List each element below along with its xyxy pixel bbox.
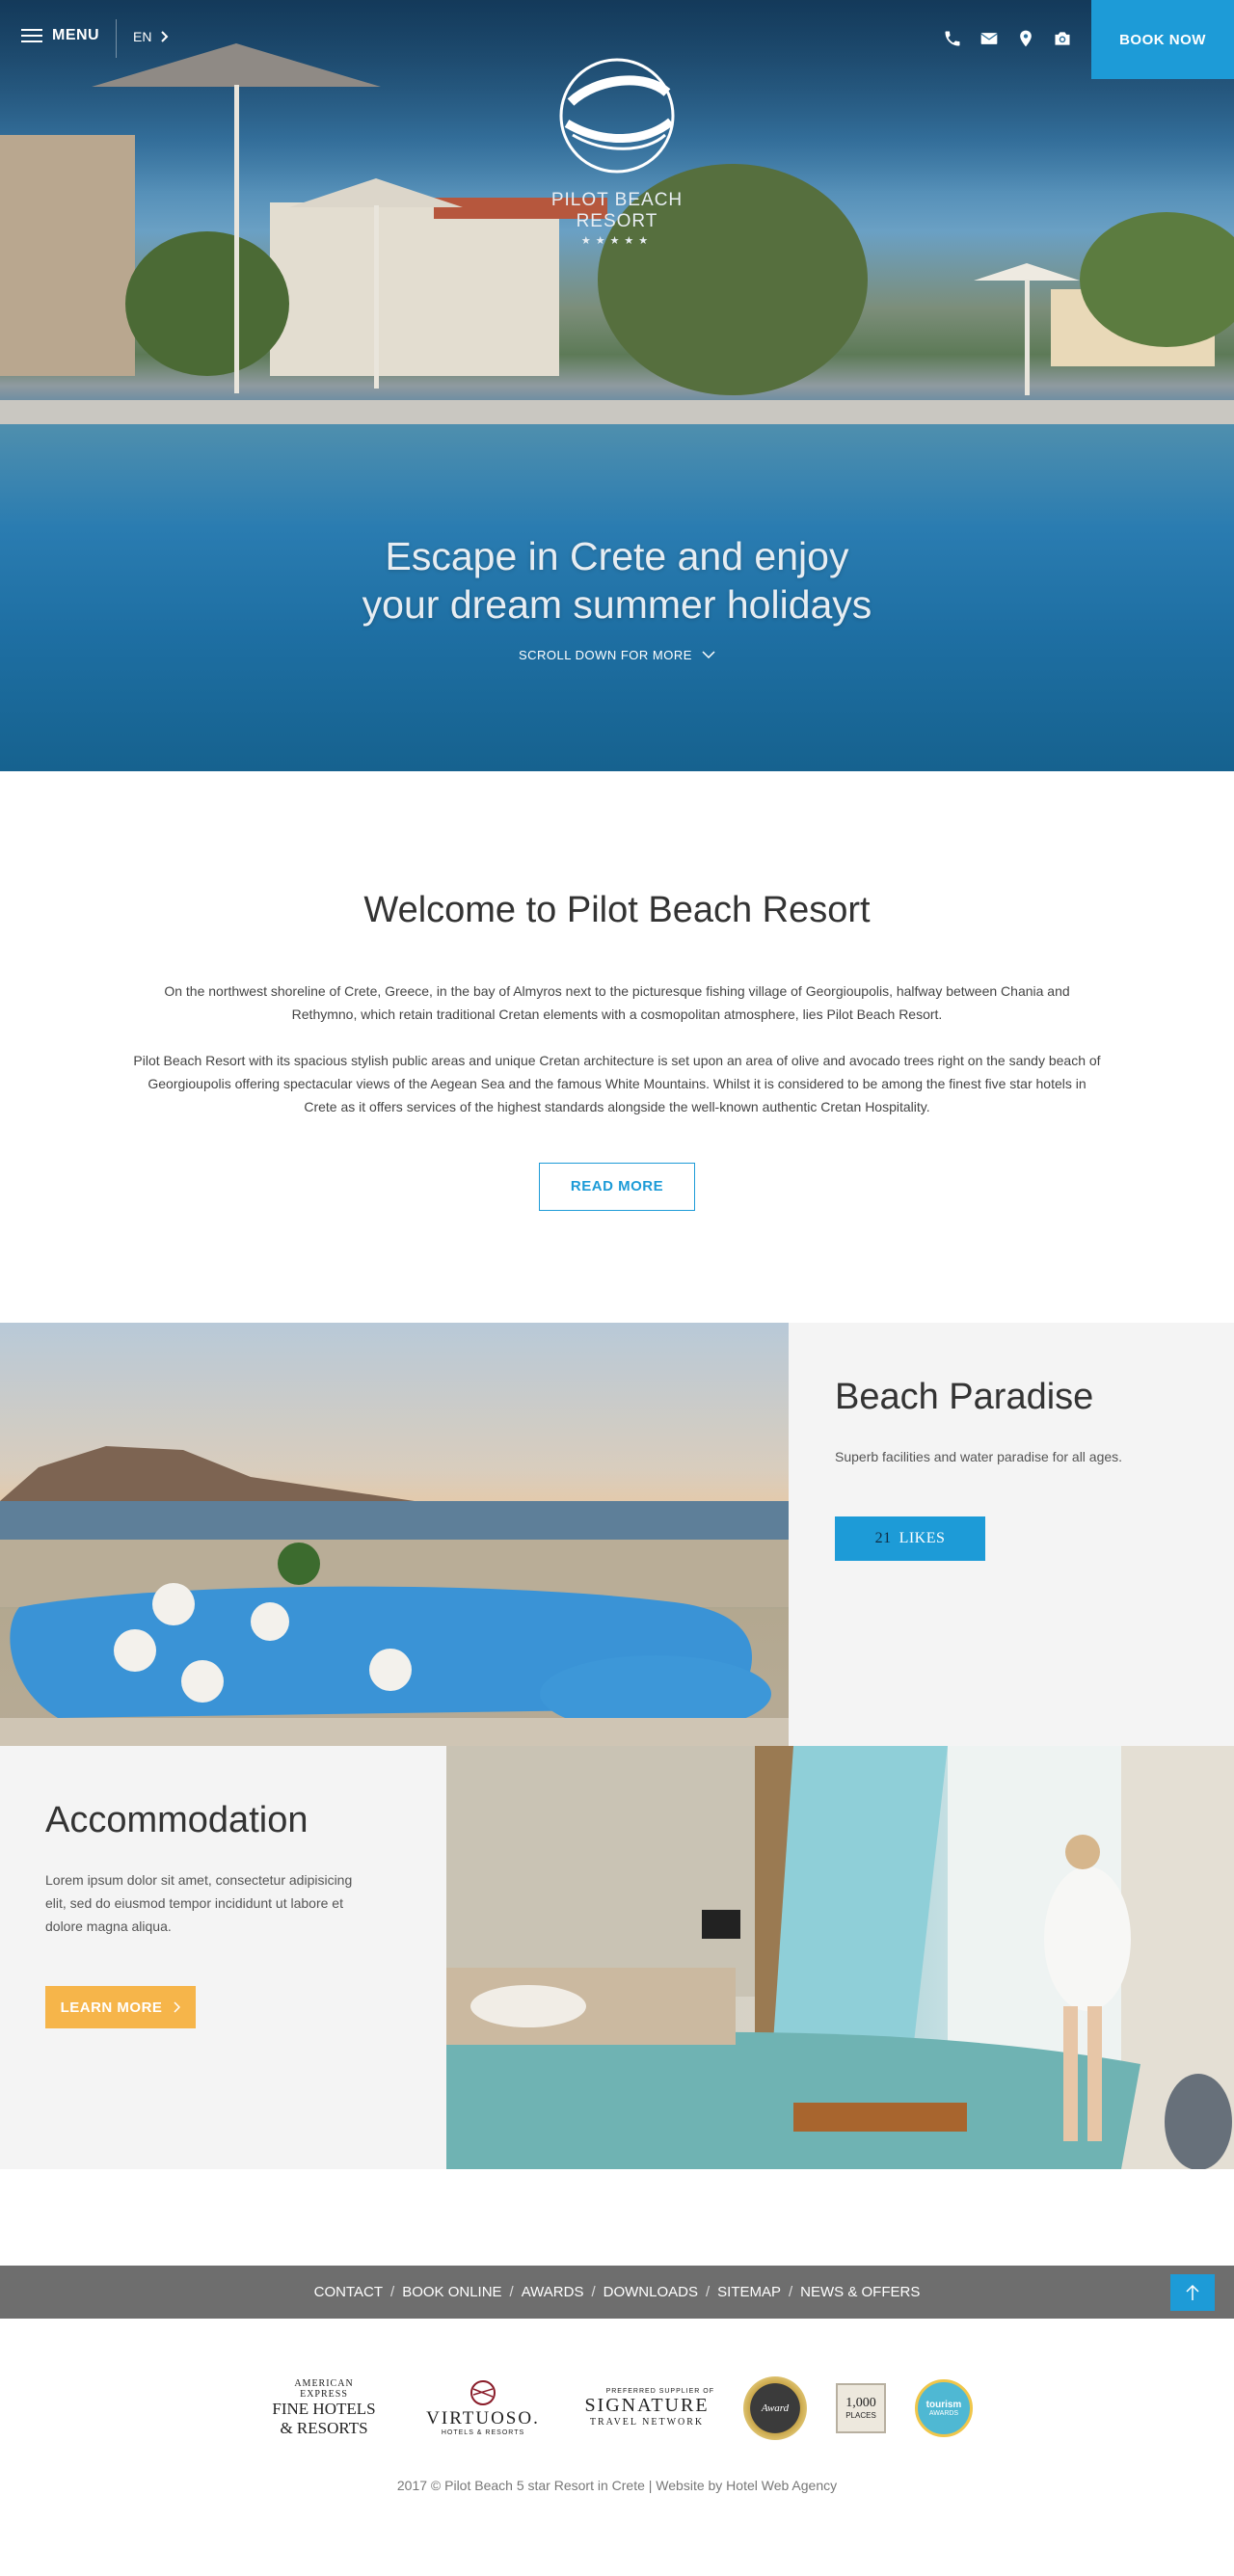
camera-icon[interactable]	[1053, 29, 1072, 48]
copyright-line: 2017 © Pilot Beach 5 star Resort in Cret…	[0, 2478, 1234, 2545]
award-seal-logo[interactable]: Award	[743, 2375, 807, 2440]
envelope-icon[interactable]	[979, 29, 999, 48]
hamburger-icon	[21, 29, 42, 42]
likes-count: 21	[874, 1530, 892, 1546]
chevron-down-icon	[702, 651, 715, 659]
copyright-text: 2017 © Pilot Beach 5 star Resort in Cret…	[396, 2478, 645, 2493]
hero-umbrella	[289, 178, 463, 207]
welcome-paragraph-2: Pilot Beach Resort with its spacious sty…	[133, 1053, 1101, 1114]
signature-name: SIGNATURE	[584, 2395, 710, 2416]
top-bar: MENU EN BOOK NOW	[0, 0, 1234, 79]
virtuoso-sub: HOTELS & RESORTS	[441, 2429, 525, 2436]
signature-travel-logo[interactable]: PREFERRED SUPPLIER OF SIGNATURE TRAVEL N…	[579, 2388, 714, 2428]
welcome-title: Welcome to Pilot Beach Resort	[363, 890, 871, 930]
accommodation-row: Accommodation Lorem ipsum dolor sit amet…	[0, 1746, 1234, 2169]
partner-logos: AMERICAN EXPRESS FINE HOTELS & RESORTS V…	[0, 2319, 1234, 2468]
language-selector[interactable]: EN	[133, 29, 169, 44]
likes-label: LIKES	[899, 1530, 946, 1546]
agency-link[interactable]: Website by Hotel Web Agency	[656, 2478, 837, 2493]
menu-button[interactable]: MENU	[21, 27, 99, 44]
chevron-right-icon	[161, 31, 169, 42]
scroll-hint-label: SCROLL DOWN FOR MORE	[518, 648, 692, 662]
likes-button[interactable]: 21 LIKES	[835, 1516, 985, 1561]
amex-line4: & RESORTS	[280, 2418, 368, 2437]
hero-section: MENU EN BOOK NOW PILOT BEACH RESORT ★★★★…	[0, 0, 1234, 771]
accommodation-title: Accommodation	[45, 1800, 308, 1840]
logo-stars: ★★★★★	[580, 235, 654, 247]
beach-paradise-panel: Beach Paradise Superb facilities and wat…	[789, 1323, 1234, 1746]
accommodation-text: Lorem ipsum dolor sit amet, consectetur …	[45, 1872, 353, 1934]
hero-title-line2: your dream summer holidays	[362, 582, 872, 627]
footer-link-awards[interactable]: AWARDS	[522, 2284, 584, 2300]
virtuoso-logo[interactable]: VIRTUOSO. HOTELS & RESORTS	[416, 2379, 550, 2436]
amex-line2: EXPRESS	[300, 2388, 348, 2400]
footer-separator: /	[705, 2284, 711, 2300]
places-num: 1,000	[845, 2396, 876, 2410]
footer-link-contact[interactable]: CONTACT	[314, 2284, 383, 2300]
amex-fine-hotels-logo[interactable]: AMERICAN EXPRESS FINE HOTELS & RESORTS	[261, 2378, 387, 2438]
hero-building-mid	[270, 202, 559, 376]
footer-separator: /	[789, 2284, 793, 2300]
1000-places-logo[interactable]: 1,000 PLACES	[836, 2382, 886, 2433]
room-scene-illustration	[446, 1746, 1234, 2169]
beach-paradise-title: Beach Paradise	[835, 1377, 1094, 1417]
footer-separator: /	[390, 2284, 395, 2300]
virtuoso-emblem-icon	[470, 2380, 496, 2405]
book-now-button[interactable]: BOOK NOW	[1091, 0, 1234, 79]
topbar-divider	[116, 19, 117, 58]
read-more-button[interactable]: READ MORE	[539, 1163, 695, 1211]
places-label: PLACES	[845, 2411, 876, 2420]
logo-name: PILOT BEACH RESORT	[550, 190, 684, 231]
hero-tree	[125, 231, 289, 376]
phone-icon[interactable]	[943, 29, 962, 48]
hero-umbrella-pole	[1025, 280, 1030, 395]
learn-more-label: LEARN MORE	[60, 1999, 163, 2016]
footer-link-downloads[interactable]: DOWNLOADS	[604, 2284, 698, 2300]
map-pin-icon[interactable]	[1016, 29, 1035, 48]
hero-title-line1: Escape in Crete and enjoy	[385, 534, 849, 578]
beach-pool-image[interactable]	[0, 1323, 789, 1746]
hero-umbrella	[974, 263, 1080, 281]
signature-top: PREFERRED SUPPLIER OF	[605, 2388, 714, 2395]
room-image[interactable]	[446, 1746, 1234, 2169]
footer-separator: /	[591, 2284, 596, 2300]
learn-more-button[interactable]: LEARN MORE	[45, 1986, 196, 2028]
beach-paradise-text: Superb facilities and water paradise for…	[835, 1449, 1123, 1464]
hero-umbrella-pole	[374, 205, 379, 389]
back-to-top-button[interactable]	[1170, 2274, 1215, 2311]
language-label: EN	[133, 29, 152, 44]
footer-link-news-offers[interactable]: NEWS & OFFERS	[800, 2284, 920, 2300]
tourism-sub: AWARDS	[928, 2409, 959, 2417]
welcome-paragraph-1: On the northwest shoreline of Crete, Gre…	[164, 983, 1070, 1022]
tourism-awards-logo[interactable]: tourism AWARDS	[915, 2378, 973, 2437]
resort-logo[interactable]: PILOT BEACH RESORT ★★★★★	[521, 56, 713, 247]
footer-link-sitemap[interactable]: SITEMAP	[717, 2284, 781, 2300]
tourism-label: tourism	[926, 2399, 962, 2410]
hero-building-left	[0, 135, 135, 376]
beach-scene-illustration	[0, 1446, 789, 1746]
arrow-up-icon	[1186, 2284, 1199, 2300]
amex-line1: AMERICAN	[294, 2377, 354, 2389]
amex-line3: FINE HOTELS	[272, 2399, 376, 2418]
copyright-separator: |	[648, 2478, 653, 2493]
welcome-section: Welcome to Pilot Beach Resort On the nor…	[0, 771, 1234, 1323]
footer-nav: CONTACT / BOOK ONLINE / AWARDS / DOWNLOA…	[0, 2266, 1234, 2319]
award-text: Award	[761, 2402, 790, 2414]
accommodation-panel: Accommodation Lorem ipsum dolor sit amet…	[0, 1746, 446, 2169]
menu-label: MENU	[52, 27, 100, 43]
hero-title: Escape in Crete and enjoy your dream sum…	[231, 532, 1003, 629]
beach-paradise-row: Beach Paradise Superb facilities and wat…	[0, 1323, 1234, 1746]
footer-separator: /	[509, 2284, 514, 2300]
virtuoso-name: VIRTUOSO.	[426, 2408, 540, 2428]
hero-umbrella-pole	[234, 85, 239, 393]
scroll-down-link[interactable]: SCROLL DOWN FOR MORE	[472, 648, 762, 662]
signature-sub: TRAVEL NETWORK	[589, 2417, 705, 2428]
contact-icons	[943, 29, 1072, 48]
footer-link-book-online[interactable]: BOOK ONLINE	[402, 2284, 501, 2300]
chevron-right-icon	[174, 2001, 181, 2013]
